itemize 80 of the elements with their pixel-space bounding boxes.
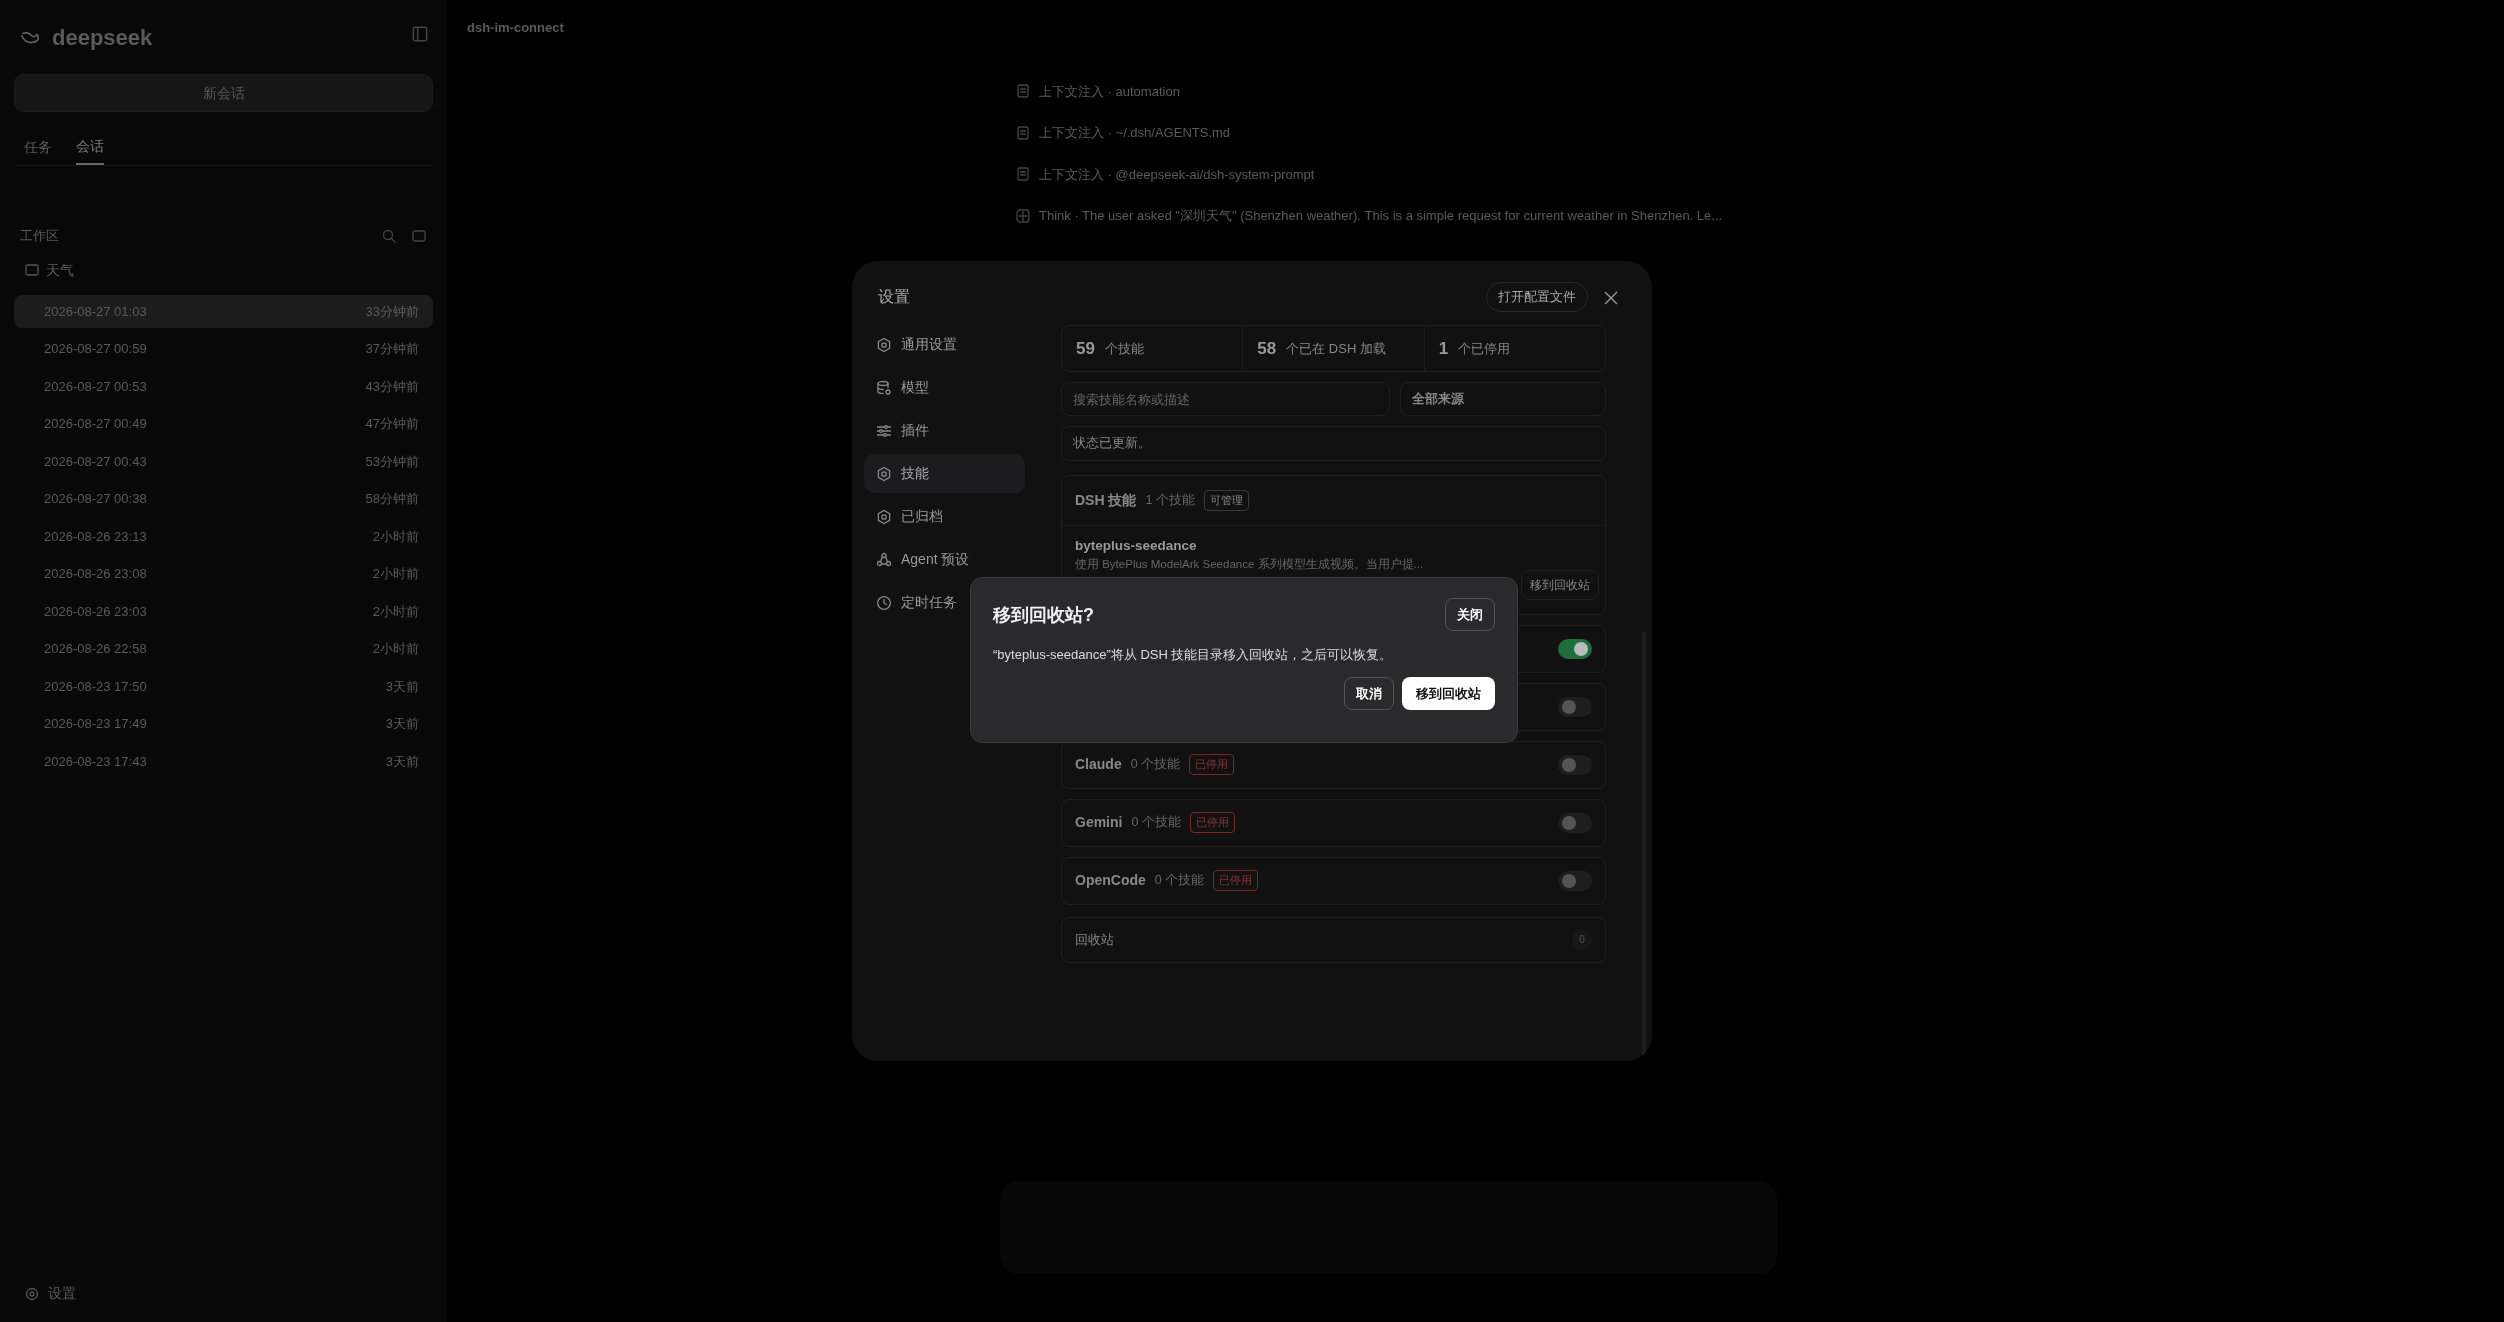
session-item[interactable]: 2026-08-27 00:38 58分钟前 — [14, 482, 433, 516]
trash-label: 回收站 — [1075, 930, 1114, 949]
close-button[interactable]: 关闭 — [1445, 597, 1495, 631]
gear-icon — [876, 465, 892, 482]
document-icon — [1015, 166, 1031, 183]
new-chat-button[interactable]: 新会话 — [14, 74, 433, 112]
settings-link[interactable]: 设置 — [48, 1283, 76, 1304]
skill-name: byteplus-seedance — [1075, 537, 1198, 555]
stat-label: 个已在 DSH 加载 — [1286, 339, 1386, 358]
settings-nav-item[interactable]: 插件 — [864, 411, 1025, 450]
sliders-icon — [876, 422, 892, 439]
settings-nav-item[interactable]: 技能 — [864, 454, 1025, 493]
source-name: OpenCode — [1075, 871, 1146, 890]
session-item[interactable]: 2026-08-26 23:03 2小时前 — [14, 594, 433, 628]
agent-icon — [876, 551, 892, 568]
toggle-switch[interactable] — [1558, 754, 1592, 775]
chat-line: Think · The user asked "深圳天气" (Shenzhen weather). This is a simple request for current weather in Shenzhen. Le... — [1039, 207, 1723, 225]
session-item[interactable]: 2026-08-27 00:53 43分钟前 — [14, 369, 433, 403]
chat-line: 上下文注入 · @deepseek-ai/dsh-system-prompt — [1039, 165, 1315, 184]
skill-count: 1 个技能 — [1145, 492, 1195, 510]
source-dropdown[interactable]: 全部来源 — [1400, 382, 1606, 416]
gear-icon — [24, 1285, 40, 1302]
sidebar-tab[interactable]: 任务 — [24, 130, 52, 165]
database-icon — [876, 379, 892, 396]
session-item[interactable]: 2026-08-27 00:49 47分钟前 — [14, 407, 433, 441]
skill-count: 0 个技能 — [1130, 756, 1181, 774]
status-badge: 可管理 — [1203, 490, 1249, 511]
status-badge: 已停用 — [1213, 870, 1259, 891]
stat-label: 个技能 — [1104, 339, 1144, 358]
status-badge: 已停用 — [1189, 812, 1235, 833]
dialog-message: “byteplus-seedance”将从 DSH 技能目录移入回收站，之后可以恢复。 — [993, 646, 1394, 664]
session-item[interactable]: 2026-08-27 00:43 53分钟前 — [14, 444, 433, 478]
chat-line: 上下文注入 · ~/.dsh/AGENTS.md — [1039, 124, 1231, 142]
session-item[interactable]: 2026-08-26 23:13 2小时前 — [14, 519, 433, 553]
session-item[interactable]: 2026-08-27 01:03 33分钟前 — [14, 294, 433, 328]
session-item[interactable]: 2026-08-27 00:59 37分钟前 — [14, 332, 433, 366]
skill-count: 0 个技能 — [1154, 872, 1205, 890]
close-icon — [1604, 290, 1618, 305]
skill-description: 使用 BytePlus ModelArk Seedance 系列模型生成视频。当用户提... — [1075, 557, 1425, 573]
settings-nav-item[interactable]: 已归档 — [864, 497, 1025, 536]
document-icon — [1015, 124, 1031, 141]
session-item[interactable]: 2026-08-23 17:49 3天前 — [14, 707, 433, 741]
gear-icon — [876, 336, 892, 353]
search-field[interactable]: 搜索技能名称或描述 — [1061, 382, 1390, 416]
gear-icon — [876, 508, 892, 525]
dialog-title: 移到回收站? — [993, 603, 1094, 627]
session-item[interactable]: 2026-08-23 17:43 3天前 — [14, 744, 433, 778]
status-message: 状态已更新。 — [1061, 426, 1606, 461]
sidebar-toggle-icon — [411, 25, 429, 43]
chat-line: 上下文注入 · automation — [1039, 82, 1180, 101]
conversation-title: dsh-im-connect — [467, 19, 565, 37]
toggle-switch[interactable] — [1558, 870, 1592, 891]
settings-title: 设置 — [878, 287, 910, 307]
document-icon — [1015, 83, 1031, 100]
status-badge: 已停用 — [1189, 754, 1235, 775]
stat-value: 1 — [1438, 337, 1449, 360]
brand-name: deepseek — [52, 23, 153, 52]
skill-count: 0 个技能 — [1131, 814, 1181, 832]
search-icon — [381, 227, 397, 244]
clock-icon — [876, 594, 892, 611]
toggle-switch[interactable] — [1558, 638, 1592, 659]
session-item[interactable]: 2026-08-23 17:50 3天前 — [14, 669, 433, 703]
toggle-switch[interactable] — [1558, 696, 1592, 717]
session-item[interactable]: 2026-08-26 22:58 2小时前 — [14, 632, 433, 666]
move-to-trash-button[interactable]: 移到回收站 — [1521, 570, 1599, 600]
stat-value: 59 — [1076, 337, 1095, 360]
toggle-switch[interactable] — [1558, 812, 1592, 833]
group-label: 天气 — [46, 260, 74, 280]
settings-nav-item[interactable]: 模型 — [864, 368, 1025, 407]
source-name: Claude — [1075, 755, 1122, 774]
group-title: DSH 技能 — [1075, 491, 1137, 510]
settings-nav-item[interactable]: 通用设置 — [864, 325, 1025, 364]
stat-value: 58 — [1257, 337, 1277, 360]
sidebar-tab[interactable]: 会话 — [76, 130, 104, 165]
confirm-button[interactable]: 移到回收站 — [1402, 676, 1495, 710]
session-item[interactable]: 2026-08-26 23:08 2小时前 — [14, 557, 433, 591]
cancel-button[interactable]: 取消 — [1344, 676, 1394, 710]
source-name: Gemini — [1075, 813, 1123, 832]
stat-label: 个已停用 — [1458, 339, 1511, 358]
workspace-label: 工作区 — [20, 227, 59, 245]
